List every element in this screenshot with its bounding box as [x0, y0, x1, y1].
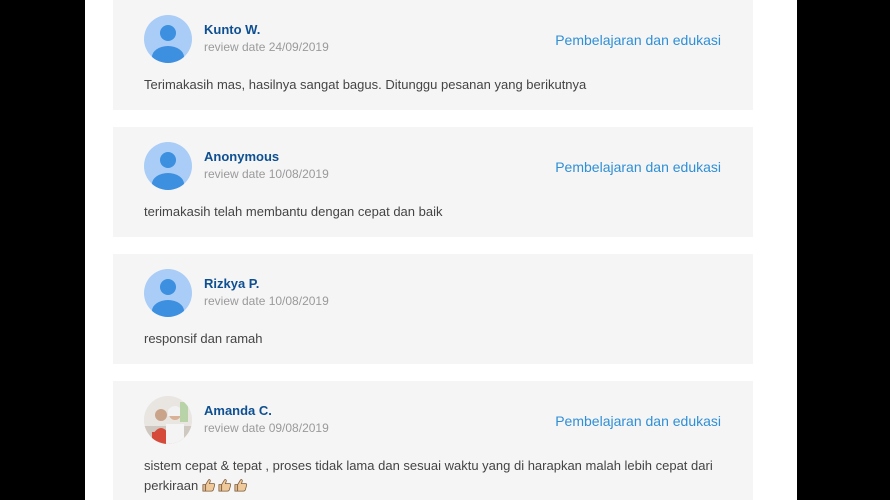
review-date: review date 10/08/2019: [204, 167, 329, 181]
default-avatar-icon: [144, 269, 192, 317]
reviewer-name: Kunto W.: [204, 22, 261, 37]
category-link[interactable]: Pembelajaran dan edukasi: [555, 159, 721, 175]
review-text: terimakasih telah membantu dengan cepat …: [144, 204, 443, 219]
review-date: review date 24/09/2019: [204, 40, 329, 54]
thumbs-up-icon: [201, 478, 249, 499]
default-avatar-icon: [144, 142, 192, 190]
review-date: review date 09/08/2019: [204, 421, 329, 435]
category-link[interactable]: Pembelajaran dan edukasi: [555, 32, 721, 48]
review-text: sistem cepat & tepat , proses tidak lama…: [144, 456, 724, 499]
reviewer-name: Rizkya P.: [204, 276, 260, 291]
review-card: Amanda C. review date 09/08/2019 Pembela…: [113, 381, 753, 500]
category-link[interactable]: Pembelajaran dan edukasi: [555, 413, 721, 429]
review-date: review date 10/08/2019: [204, 294, 329, 308]
reviewer-name: Anonymous: [204, 149, 280, 164]
reviewer-name: Amanda C.: [204, 403, 272, 418]
review-card: Anonymous review date 10/08/2019 Pembela…: [113, 127, 753, 237]
user-photo: [144, 396, 192, 444]
review-text: Terimakasih mas, hasilnya sangat bagus. …: [144, 77, 587, 92]
review-card: Kunto W. review date 24/09/2019 Pembelaj…: [113, 0, 753, 110]
reviews-page: Kunto W. review date 24/09/2019 Pembelaj…: [85, 0, 797, 500]
review-text: responsif dan ramah: [144, 331, 263, 346]
review-card: Rizkya P. review date 10/08/2019 respons…: [113, 254, 753, 364]
default-avatar-icon: [144, 15, 192, 63]
